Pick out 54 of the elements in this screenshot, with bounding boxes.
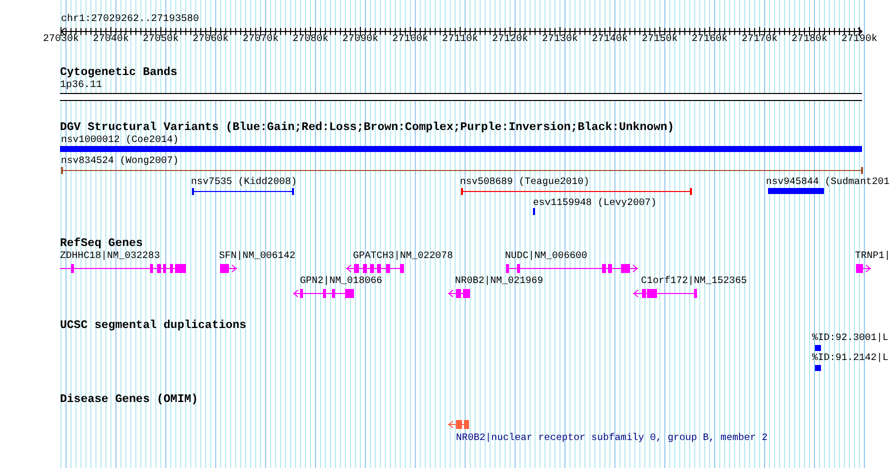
- variant-span[interactable]: [192, 188, 294, 195]
- ruler-label: 27040k: [92, 35, 129, 45]
- track-title: DGV Structural Variants (Blue:Gain;Red:Loss;Brown:Complex;Purple:Inversion;Black:Unknown): [60, 122, 674, 134]
- ruler-label: 27130k: [542, 35, 578, 45]
- gene-structure-drawing[interactable]: [220, 263, 237, 274]
- band-label: 1p36.11: [60, 81, 102, 91]
- track-title: Cytogenetic Bands: [60, 67, 178, 78]
- ruler-label: 27090k: [342, 35, 378, 45]
- ruler-label: 27060k: [192, 35, 229, 45]
- ruler-label: 27150k: [642, 35, 678, 45]
- gene-structure-drawing[interactable]: [448, 288, 470, 299]
- variant-span[interactable]: [461, 188, 692, 195]
- feature-label: ZDHHC18|NM_032283: [60, 251, 160, 261]
- gene-structure-drawing[interactable]: [448, 419, 469, 430]
- variant-span[interactable]: [61, 167, 863, 174]
- gene-structure-drawing[interactable]: [506, 263, 638, 274]
- location-label: chr1:27029262..27193580: [61, 15, 200, 25]
- track-title: UCSC segmental duplications: [60, 320, 246, 332]
- ruler-label: 27170k: [742, 35, 778, 45]
- track-title: RefSeq Genes: [60, 238, 143, 250]
- feature-label: nsv1000012 (Coe2014): [61, 135, 179, 145]
- feature-label: esv1159948 (Levy2007): [533, 198, 656, 208]
- track-title: Disease Genes (OMIM): [60, 394, 198, 406]
- ruler-label: 27100k: [392, 35, 428, 45]
- feature-label: GPATCH3|NM_022078: [353, 251, 453, 261]
- feature-label: GPN2|NM_018066: [300, 276, 382, 286]
- ruler-label: 27180k: [792, 35, 828, 45]
- ruler-label: 27190k: [841, 35, 878, 45]
- feature-label: TRNP1|: [855, 251, 890, 261]
- gene-structure-drawing[interactable]: [60, 263, 186, 274]
- ruler-label: 27030k: [43, 35, 79, 45]
- ruler-label: 27050k: [142, 35, 179, 45]
- gene-structure-drawing[interactable]: [856, 263, 871, 274]
- gene-structure-drawing[interactable]: [633, 288, 697, 299]
- gene-structure-drawing[interactable]: [293, 288, 354, 299]
- feature-label: NUDC|NM_006600: [505, 251, 588, 261]
- gene-structure-drawing[interactable]: [346, 263, 404, 274]
- feature-label: nsv834524 (Wong2007): [61, 156, 179, 166]
- ruler-label: 27120k: [492, 35, 528, 45]
- ruler-label: 27110k: [442, 35, 478, 45]
- feature-label: nsv7535 (Kidd2008): [191, 177, 297, 187]
- ruler-label: 27160k: [692, 35, 728, 45]
- cytoband-bar[interactable]: [60, 93, 862, 101]
- feature-label: %ID:92.3001|L: [812, 333, 888, 343]
- ruler-label: 27080k: [292, 35, 328, 45]
- ruler-label: 27070k: [242, 35, 279, 45]
- feature-label: nsv945844 (Sudmant201: [766, 177, 890, 187]
- feature-label: C1orf172|NM_152365: [641, 276, 747, 286]
- feature-label: %ID:91.2142|L: [812, 353, 888, 363]
- feature-label: NR0B2|nuclear receptor subfamily 0, group B, member 2: [456, 433, 768, 443]
- ruler-label: 27140k: [592, 35, 628, 45]
- feature-label: NR0B2|NM_021969: [455, 276, 544, 286]
- feature-label: nsv508689 (Teague2010): [460, 177, 590, 187]
- feature-label: SFN|NM_006142: [219, 251, 296, 261]
